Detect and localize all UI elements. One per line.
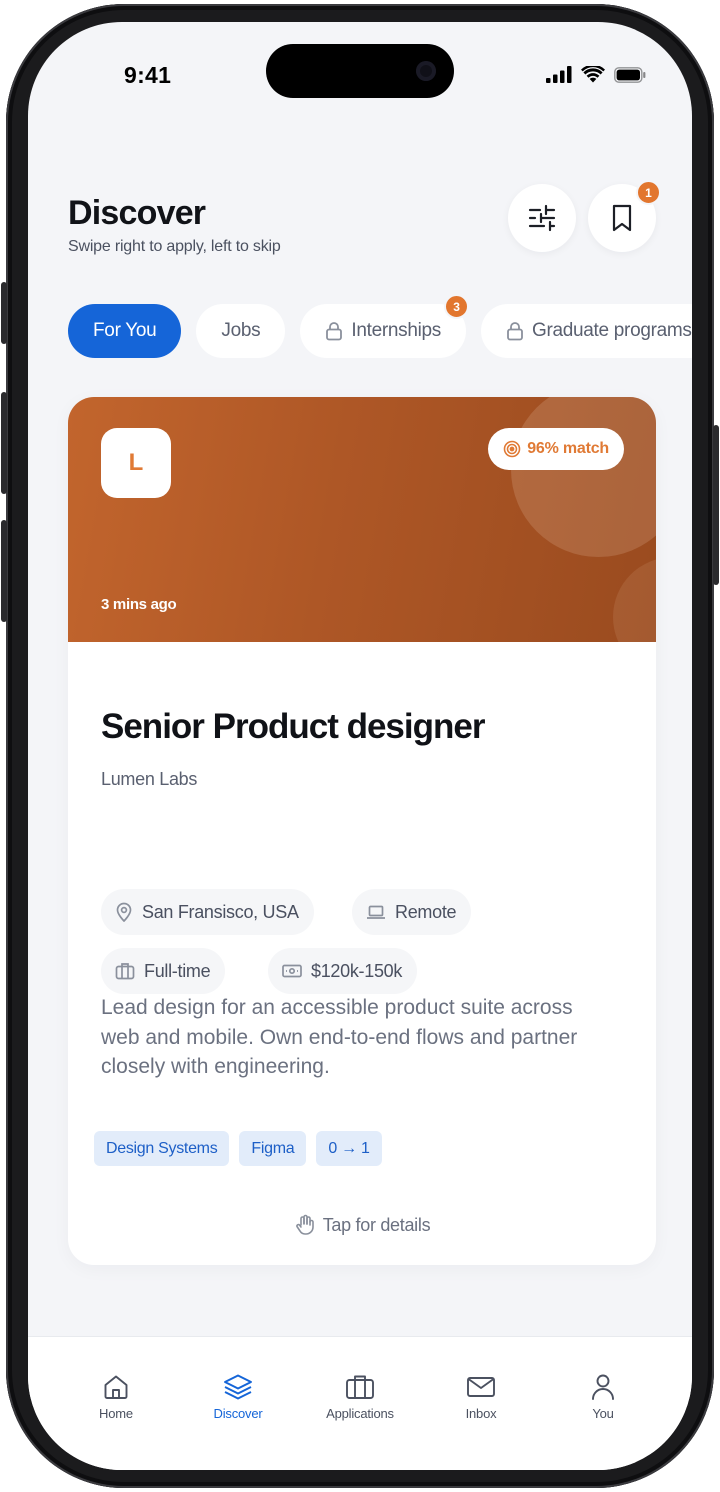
job-description: Lead design for an accessible product su… [101,996,578,1078]
signal-icon [546,66,572,83]
camera-icon [416,61,436,81]
hand-pointer-icon [295,1214,314,1235]
page-title: Discover [68,194,206,232]
internships-count-badge: 3 [443,294,469,319]
job-card[interactable]: L 96% match 3 mins ago Senior Product de… [68,397,656,1265]
volume-up-button [1,392,7,494]
power-button [713,425,719,585]
status-icons [546,66,646,83]
layers-icon [224,1374,252,1400]
laptop-icon [367,905,385,919]
nav-inbox[interactable]: Inbox [421,1371,541,1421]
user-icon [592,1374,614,1400]
lock-icon [507,322,523,341]
tab-label: Internships [351,320,441,341]
tab-label: Graduate programs [531,320,692,341]
bottom-nav: Home Discover Applications Inbox You [28,1336,692,1470]
company-name: Lumen Labs [101,769,198,789]
posted-time: 3 mins ago [101,596,177,613]
volume-down-button [1,520,7,622]
tab-label: For You [93,320,157,341]
action-button [1,282,7,344]
card-hero: L 96% match 3 mins ago [68,397,656,642]
saved-jobs-button[interactable]: 1 [588,180,661,252]
nav-home[interactable]: Home [56,1371,176,1421]
lock-icon [326,322,343,341]
tap-for-details[interactable]: Tap for details [68,1214,656,1236]
work-mode-label: Remote [395,901,457,922]
location-chip: San Fransisco, USA [101,889,314,935]
briefcase-icon [346,1375,374,1399]
salary-chip: $120k-150k [268,948,418,994]
tab-label: Jobs [221,320,261,341]
category-tabs: For You Jobs Internships 3 Graduate prog… [68,294,692,358]
tab-graduate-programs[interactable]: Graduate programs [480,304,692,358]
briefcase-icon [115,963,135,980]
money-icon [282,964,302,978]
status-time: 9:41 [124,62,172,88]
skill-tag: 0 → 1 [316,1131,382,1166]
tab-jobs[interactable]: Jobs [196,304,286,358]
bookmark-icon [612,204,632,232]
hero-decoration [511,397,656,557]
location-label: San Fransisco, USA [142,901,299,922]
employment-type-label: Full-time [144,960,211,981]
nav-you[interactable]: You [543,1371,663,1421]
map-pin-icon [116,902,132,922]
skill-tag: Figma [239,1131,307,1166]
match-label: 96% match [527,440,609,457]
company-logo: L [101,428,171,498]
employment-type-chip: Full-time [101,948,226,994]
nav-label: Inbox [465,1406,497,1421]
screen: 9:41 Discover Swipe right to apply, left… [28,22,692,1470]
nav-label: Discover [213,1406,263,1421]
tab-for-you[interactable]: For You [68,304,182,358]
saved-count-badge: 1 [636,180,661,205]
tab-internships[interactable]: Internships 3 [300,294,469,358]
filter-button[interactable] [508,184,576,252]
battery-icon [614,66,646,83]
dynamic-island [266,44,454,98]
wifi-icon [581,66,605,83]
nav-discover[interactable]: Discover [178,1371,298,1421]
work-mode-chip: Remote [352,889,472,935]
nav-label: Home [99,1406,133,1421]
hero-decoration [613,557,656,642]
skill-tag: Design Systems [94,1131,230,1166]
home-icon [104,1375,128,1399]
skill-tags: Design Systems Figma 0 → 1 [94,1131,382,1166]
page-subtitle: Swipe right to apply, left to skip [68,238,281,255]
nav-label: You [592,1406,614,1421]
salary-label: $120k-150k [311,960,403,981]
mail-icon [467,1377,495,1397]
sliders-icon [528,204,556,232]
tap-hint-label: Tap for details [322,1214,431,1235]
nav-label: Applications [326,1406,394,1421]
match-badge: 96% match [488,428,624,470]
nav-applications[interactable]: Applications [300,1371,420,1421]
job-title: Senior Product designer [101,707,485,746]
target-icon [503,440,521,458]
